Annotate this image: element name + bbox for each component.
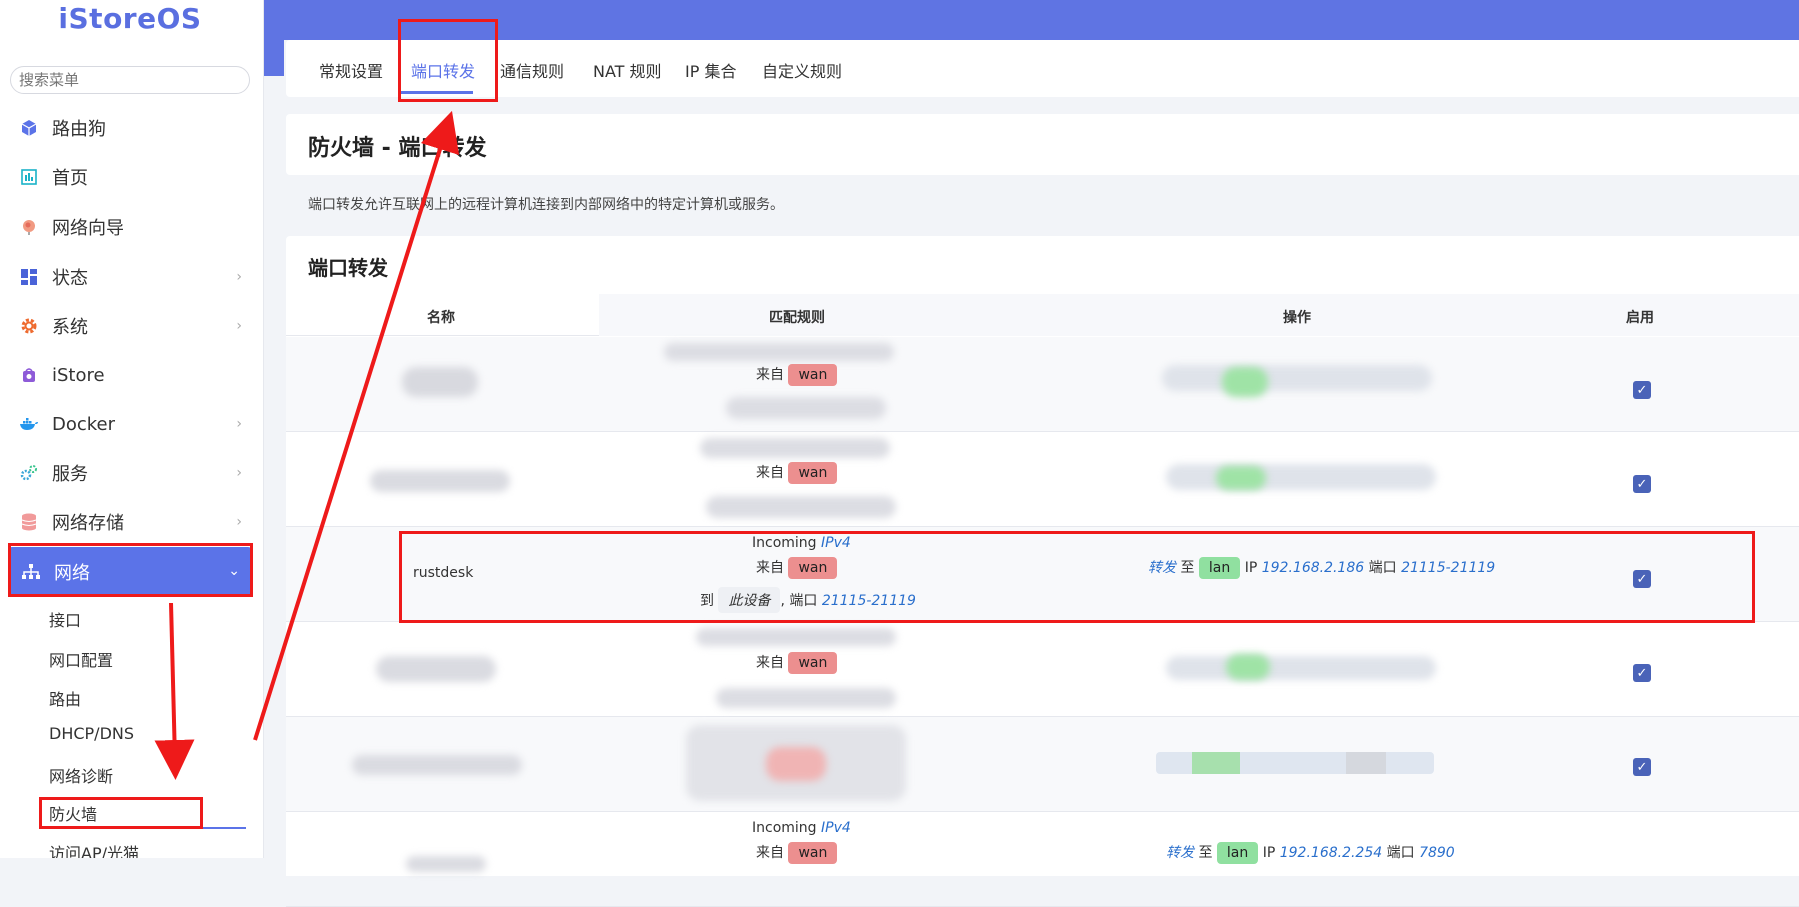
annotation-arrows xyxy=(154,110,460,780)
arrow-down xyxy=(154,602,195,780)
arrow-up xyxy=(253,110,460,741)
redacted-name xyxy=(406,856,486,872)
